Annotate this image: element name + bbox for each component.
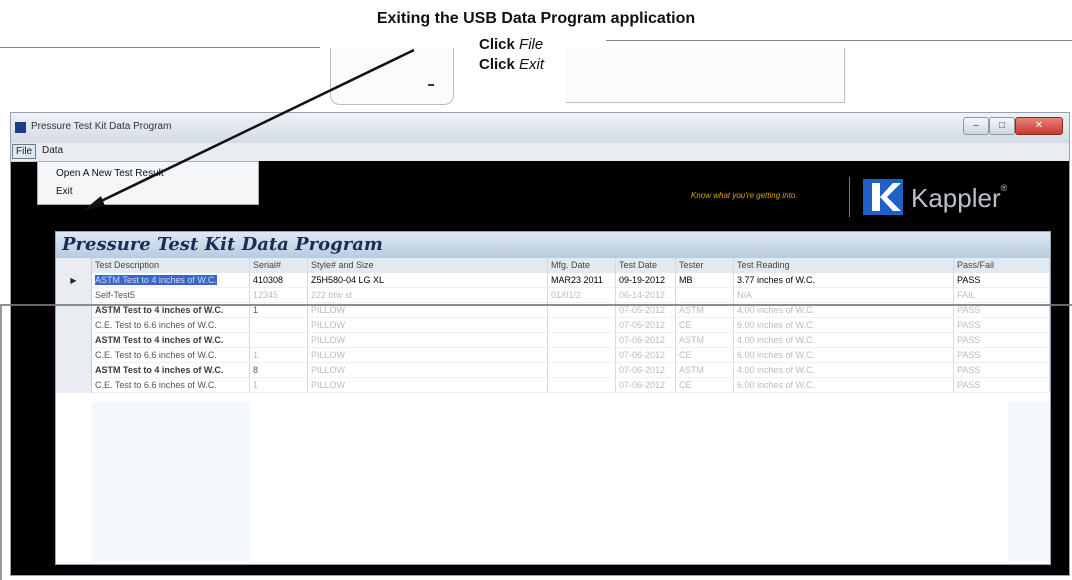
pointer-arrow-icon [84,48,415,210]
